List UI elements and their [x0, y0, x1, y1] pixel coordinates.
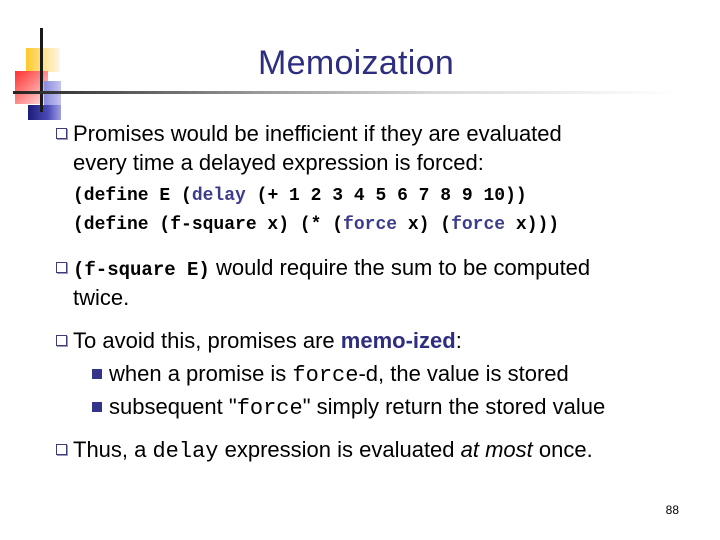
bullet-text-line: Thus, a delay expression is evaluated at…	[73, 435, 593, 466]
code-text: (+ 1 2 3 4 5 6 7 8 9 10))	[245, 186, 527, 206]
code-keyword-delay: delay	[191, 186, 246, 206]
code-text: x) (	[397, 215, 452, 235]
code-text: (define (f-square x) (* (	[73, 215, 344, 235]
bullet-text: would require the sum to be computed	[209, 255, 591, 280]
bullet-text-part: expression is evaluated	[218, 437, 461, 462]
hollow-square-bullet-icon	[56, 128, 67, 139]
yellow-square-decoration	[26, 48, 60, 72]
hollow-square-bullet-icon	[56, 262, 67, 273]
code-text: (define E (	[73, 186, 192, 206]
hollow-square-bullet-icon	[56, 335, 67, 346]
bullet-text-part: Thus, a	[73, 437, 153, 462]
inline-code-force: force	[292, 363, 359, 388]
inline-code-force: force	[236, 396, 303, 421]
code-line-define-e: (define E (delay (+ 1 2 3 4 5 6 7 8 9 10…	[73, 186, 527, 206]
code-keyword-force: force	[343, 215, 398, 235]
emphasis-memo-ized: memo-ized	[340, 328, 456, 353]
sub-bullet-text-part: when a promise is	[109, 361, 293, 386]
page-number: 88	[665, 503, 679, 517]
sub-bullet-text-part: -d, the value is stored	[358, 361, 569, 386]
bullet-text: To avoid this, promises are	[73, 328, 341, 353]
inline-code: (f-square E)	[73, 259, 210, 281]
bullet-text-part: once.	[532, 437, 593, 462]
navy-square-decoration	[28, 105, 61, 120]
sub-bullet-text: subsequent "force" simply return the sto…	[109, 392, 605, 423]
sub-bullet-text-part: subsequent "	[109, 394, 237, 419]
bullet-text-line: every time a delayed expression is force…	[73, 150, 484, 175]
inline-code-delay: delay	[152, 439, 219, 464]
colored-squares-crosshair-logo	[0, 0, 70, 120]
title-underline-divider	[13, 91, 713, 94]
filled-square-bullet-icon	[92, 402, 102, 412]
bullet-text-line: twice.	[73, 285, 130, 310]
sub-bullet-text-part: " simply return the stored value	[302, 394, 606, 419]
bullet-text-line: Promises would be inefficient if they ar…	[73, 121, 562, 146]
code-keyword-force: force	[451, 215, 506, 235]
sub-bullet-text: when a promise is force-d, the value is …	[109, 359, 569, 390]
bullet-text: :	[455, 328, 462, 353]
code-text: x)))	[505, 215, 560, 235]
code-line-define-f-square: (define (f-square x) (* (force x) (force…	[73, 215, 559, 235]
bullet-text-line: To avoid this, promises are memo-ized:	[73, 326, 462, 355]
vertical-line-decoration	[40, 28, 43, 112]
bullet-text-line: (f-square E) would require the sum to be…	[73, 253, 590, 285]
slide-title: Memoization	[258, 44, 455, 82]
filled-square-bullet-icon	[92, 369, 102, 379]
italic-at-most: at most	[460, 437, 533, 462]
hollow-square-bullet-icon	[56, 444, 67, 455]
